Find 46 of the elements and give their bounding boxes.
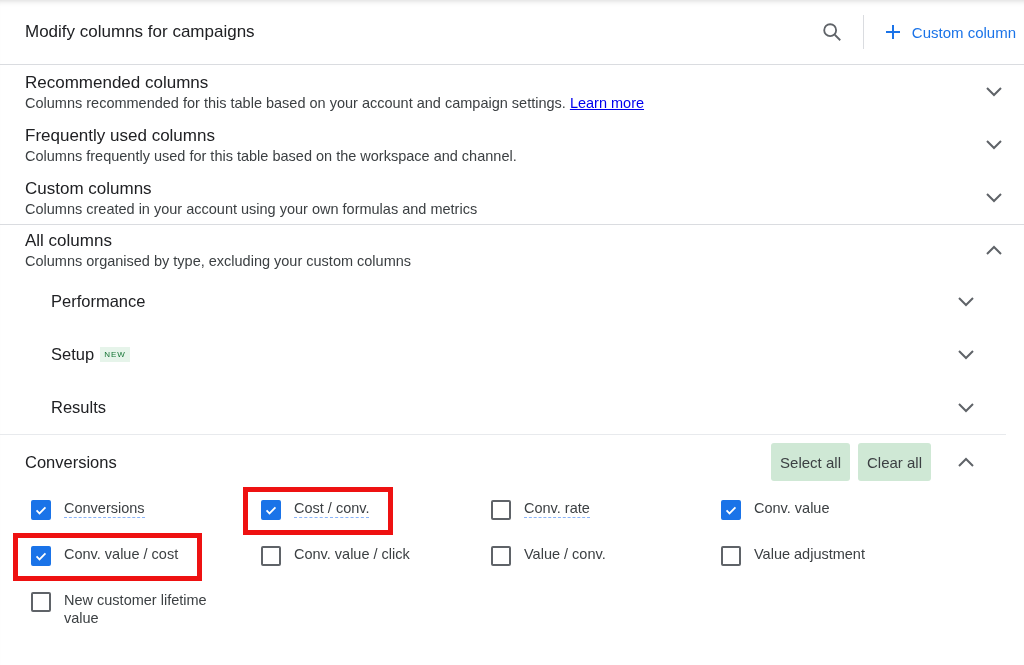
chevron-down-icon[interactable] bbox=[958, 349, 974, 360]
custom-column-button[interactable]: Custom column bbox=[883, 19, 1024, 45]
option-label: Value / conv. bbox=[524, 545, 606, 563]
checkbox[interactable] bbox=[721, 546, 741, 566]
search-icon[interactable] bbox=[820, 21, 843, 43]
clear-all-button[interactable]: Clear all bbox=[857, 443, 931, 481]
category-title[interactable]: Conversions bbox=[25, 452, 117, 472]
section-title[interactable]: All columns bbox=[25, 231, 412, 251]
section-description: Columns created in your account using your own formulas and metrics bbox=[25, 200, 478, 217]
plus-icon bbox=[885, 25, 900, 39]
checkbox[interactable] bbox=[491, 546, 511, 566]
checkbox[interactable] bbox=[261, 546, 281, 566]
chevron-up-icon[interactable] bbox=[958, 457, 974, 467]
section-description: Columns organised by type, excluding your custom columns bbox=[25, 253, 412, 269]
option-label: Value adjustment bbox=[754, 545, 865, 563]
section-title[interactable]: Frequently used columns bbox=[25, 125, 517, 146]
section-title[interactable]: Custom columns bbox=[25, 178, 478, 199]
checkbox[interactable] bbox=[31, 546, 51, 566]
checkbox[interactable] bbox=[491, 500, 511, 520]
chevron-down-icon[interactable] bbox=[986, 139, 1002, 150]
dialog-title: Modify columns for campaigns bbox=[25, 22, 255, 42]
option-label: Cost / conv. bbox=[294, 499, 370, 518]
chevron-down-icon[interactable] bbox=[986, 192, 1002, 203]
category-title[interactable]: Results bbox=[51, 398, 107, 417]
option-label: New customer lifetime value bbox=[64, 591, 208, 627]
section-title[interactable]: Recommended columns bbox=[25, 72, 645, 93]
section-description: Columns recommended for this table based on your account and campaign settings. Learn more bbox=[25, 94, 645, 111]
chevron-down-icon[interactable] bbox=[958, 296, 974, 307]
option-label: Conv. value bbox=[754, 499, 830, 517]
checkbox[interactable] bbox=[261, 500, 281, 520]
chevron-down-icon[interactable] bbox=[958, 402, 974, 413]
option-label: Conversions bbox=[64, 499, 145, 518]
learn-more-link[interactable]: Learn more bbox=[569, 94, 645, 111]
option-label: Conv. rate bbox=[524, 499, 590, 518]
category-title[interactable]: Setup bbox=[51, 345, 95, 364]
select-all-button[interactable]: Select all bbox=[771, 443, 850, 481]
option-label: Conv. value / click bbox=[294, 545, 410, 563]
section-description: Columns frequently used for this table based on the workspace and channel. bbox=[25, 147, 517, 164]
new-badge: NEW bbox=[100, 347, 130, 362]
chevron-up-icon[interactable] bbox=[986, 245, 1002, 255]
chevron-down-icon[interactable] bbox=[986, 86, 1002, 97]
checkbox[interactable] bbox=[721, 500, 741, 520]
checkbox[interactable] bbox=[31, 592, 51, 612]
option-label: Conv. value / cost bbox=[64, 545, 179, 563]
category-title[interactable]: Performance bbox=[51, 292, 146, 311]
checkbox[interactable] bbox=[31, 500, 51, 520]
